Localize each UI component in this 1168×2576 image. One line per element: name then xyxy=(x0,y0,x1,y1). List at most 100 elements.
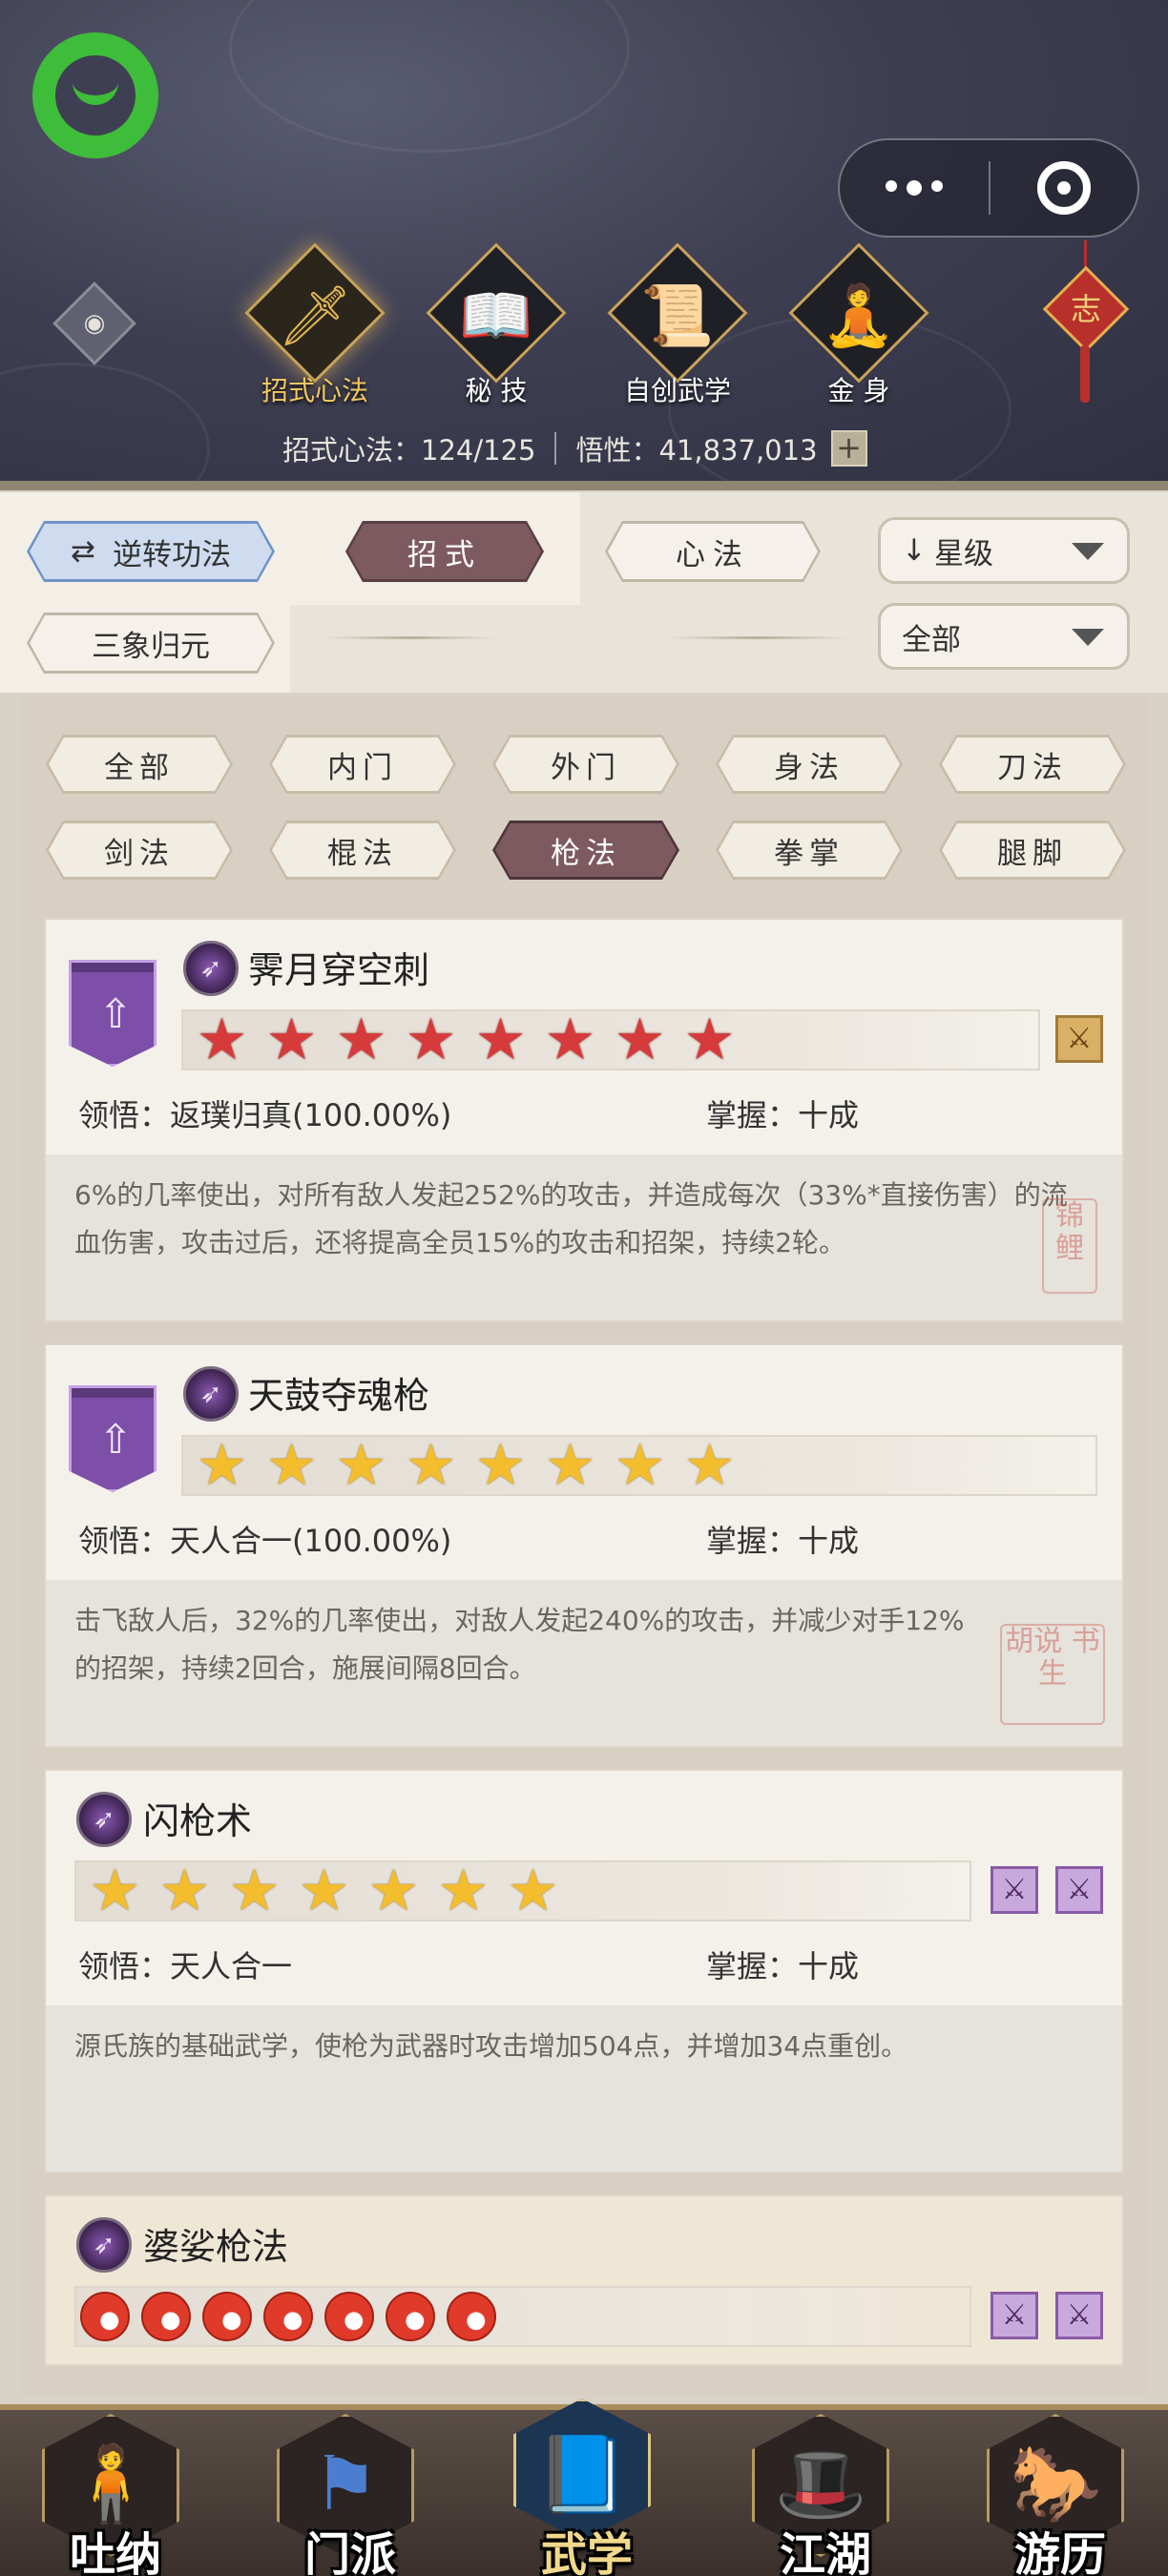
star-rating: ★ ★ ★ ★ ★ ★ ★ xyxy=(74,1860,971,1922)
weapon-type-icon[interactable]: ⚔ xyxy=(1055,1015,1103,1063)
upgrade-badge-icon[interactable]: ⇧ xyxy=(69,960,156,1067)
tab-mind-label: 心法 xyxy=(676,537,750,572)
nav-sect[interactable]: ⚑ 门派 xyxy=(269,2404,422,2576)
nav-label: 江湖 xyxy=(779,2528,871,2576)
category-sword[interactable]: 剑法 xyxy=(46,821,233,880)
skill-card[interactable]: ➶ 闪枪术 ★ ★ ★ ★ ★ ★ ★ ⚔ ⚔ 领悟：天人合一 掌握：十成 源氏族的基础武学… xyxy=(44,1769,1124,2173)
star-icon: ★ xyxy=(196,1432,248,1499)
add-insight-button[interactable]: + xyxy=(830,430,867,467)
chevron-down-icon xyxy=(1072,543,1104,560)
sort-down-icon: ↓ xyxy=(902,533,927,568)
skill-name: 闪枪术 xyxy=(143,1800,253,1842)
skill-card[interactable]: ➶ 婆娑枪法 ⚔ ⚔ xyxy=(44,2194,1124,2366)
category-inner[interactable]: 内门 xyxy=(269,735,456,794)
category-blade[interactable]: 刀法 xyxy=(939,735,1126,794)
ornament-char: 志 xyxy=(1070,291,1101,327)
top-tab-moves[interactable]: 🗡 招式心法 xyxy=(235,242,387,408)
star-rating xyxy=(74,2286,971,2347)
skill-card[interactable]: ⇧ ➶ 天鼓夺魂枪 ★ ★ ★ ★ ★ ★ ★ ★ 领悟：天人合一(100.00%) 掌握：十… xyxy=(44,1343,1124,1748)
category-movement[interactable]: 身法 xyxy=(716,735,903,794)
scroll-icon: 📜 xyxy=(640,280,715,350)
category-staff[interactable]: 棍法 xyxy=(269,821,456,880)
category-outer[interactable]: 外门 xyxy=(492,735,679,794)
comprehension-text: 领悟：天人合一(100.00%) xyxy=(78,1523,452,1559)
nav-label: 游历 xyxy=(1013,2528,1106,2576)
skill-name: 霁月穿空刺 xyxy=(248,949,430,991)
spear-skill-icon: ➶ xyxy=(76,2217,132,2273)
flame-star-icon xyxy=(324,2292,374,2341)
star-icon: ★ xyxy=(544,1432,596,1499)
star-icon: ★ xyxy=(335,1432,387,1499)
meditation-icon: 🧘 xyxy=(822,280,896,350)
star-icon: ★ xyxy=(335,1007,387,1073)
manual-book-icon: 📘 xyxy=(535,2432,629,2518)
tab-mind[interactable]: 心法 xyxy=(605,521,821,582)
sort-select-value: 星级 xyxy=(933,536,993,571)
star-rating: ★ ★ ★ ★ ★ ★ ★ ★ xyxy=(181,1435,1097,1496)
nav-jianghu[interactable]: 🎩 江湖 xyxy=(744,2404,897,2576)
top-tab-golden-body[interactable]: 🧘 金 身 xyxy=(779,242,931,408)
spear-skill-icon: ➶ xyxy=(183,1366,239,1422)
moves-count: 招式心法：124/125 xyxy=(282,434,536,467)
tab-moves[interactable]: 招式 xyxy=(345,521,544,582)
bottom-nav: 🧍 吐纳 ⚑ 门派 📘 武学 🎩 江湖 🐎 游历 xyxy=(0,2399,1168,2576)
view-toggle-button[interactable]: ◉ xyxy=(52,281,136,365)
cloud-decoration xyxy=(229,0,630,153)
nav-breathing[interactable]: 🧍 吐纳 xyxy=(34,2404,187,2576)
category-fist[interactable]: 拳掌 xyxy=(716,821,903,880)
star-icon: ★ xyxy=(228,1858,281,1924)
star-icon: ★ xyxy=(405,1432,457,1499)
mastery-text: 掌握：十成 xyxy=(706,1097,860,1133)
star-icon: ★ xyxy=(683,1007,736,1073)
spear-skill-icon: ➶ xyxy=(76,1792,132,1847)
weapon-type-icon[interactable]: ⚔ xyxy=(991,2292,1038,2339)
sanxiang-button[interactable]: 三象归元 xyxy=(27,613,275,674)
category-all[interactable]: 全部 xyxy=(46,735,233,794)
star-icon: ★ xyxy=(614,1432,666,1499)
weapon-type-icon[interactable]: ⚔ xyxy=(1055,1866,1103,1914)
star-icon: ★ xyxy=(158,1858,211,1924)
reverse-method-button[interactable]: ⇄ 逆转功法 xyxy=(27,521,275,582)
category-spear[interactable]: 枪法 xyxy=(492,821,679,880)
nav-martial-arts[interactable]: 📘 武学 xyxy=(506,2399,658,2576)
star-icon: ★ xyxy=(437,1858,490,1924)
book-icon: 📖 xyxy=(459,280,533,350)
sort-select[interactable]: ↓ 星级 xyxy=(878,517,1130,584)
stats-bar: 招式心法：124/125 悟性：41,837,013 + xyxy=(282,427,867,469)
seal-stamp: 胡说 书生 xyxy=(1000,1624,1105,1725)
top-tab-label: 金 身 xyxy=(827,375,890,406)
nav-travel[interactable]: 🐎 游历 xyxy=(979,2404,1132,2576)
weapon-type-icon[interactable]: ⚔ xyxy=(1055,2292,1103,2339)
star-icon: ★ xyxy=(89,1858,141,1924)
top-header: ◉ 🗡 招式心法 📖 秘 技 📜 自创武学 🧘 金 身 志 招式心法：124/1… xyxy=(0,0,1168,487)
tab-moves-label: 招式 xyxy=(407,537,482,572)
nav-label: 门派 xyxy=(303,2528,396,2576)
flame-star-icon xyxy=(386,2292,435,2341)
filter-select-value: 全部 xyxy=(902,622,961,657)
top-tab-custom[interactable]: 📜 自创武学 xyxy=(597,242,750,408)
star-icon: ★ xyxy=(544,1007,596,1073)
seal-stamp: 锦鲤 xyxy=(1042,1198,1097,1294)
eye-icon: ◉ xyxy=(83,309,106,338)
weapon-type-icon[interactable]: ⚔ xyxy=(991,1866,1038,1914)
top-tab-label: 招式心法 xyxy=(261,375,368,406)
top-tab-secret[interactable]: 📖 秘 技 xyxy=(416,242,569,408)
star-icon: ★ xyxy=(507,1858,559,1924)
ambition-ornament[interactable]: 志 xyxy=(1042,240,1130,412)
upgrade-badge-icon[interactable]: ⇧ xyxy=(69,1385,156,1492)
nav-label: 吐纳 xyxy=(69,2528,161,2576)
insight-value: 悟性：41,837,013 xyxy=(575,434,818,467)
close-target-icon[interactable] xyxy=(991,161,1137,215)
skill-name: 婆娑枪法 xyxy=(143,2226,289,2268)
skill-name: 天鼓夺魂枪 xyxy=(248,1375,430,1417)
skill-description: 源氏族的基础武学，使枪为武器时攻击增加504点，并增加34点重创。 xyxy=(46,2005,1122,2171)
star-icon: ★ xyxy=(474,1007,527,1073)
star-icon: ★ xyxy=(196,1007,248,1073)
filter-select[interactable]: 全部 xyxy=(878,603,1130,670)
chat-button[interactable] xyxy=(32,32,158,158)
more-icon[interactable] xyxy=(840,180,989,196)
star-icon: ★ xyxy=(367,1858,420,1924)
skill-card[interactable]: ⇧ ➶ 霁月穿空刺 ★ ★ ★ ★ ★ ★ ★ ★ ⚔ 领悟：返璞归真(100.00%) 掌握… xyxy=(44,918,1124,1322)
star-icon: ★ xyxy=(265,1432,318,1499)
category-leg[interactable]: 腿脚 xyxy=(939,821,1126,880)
